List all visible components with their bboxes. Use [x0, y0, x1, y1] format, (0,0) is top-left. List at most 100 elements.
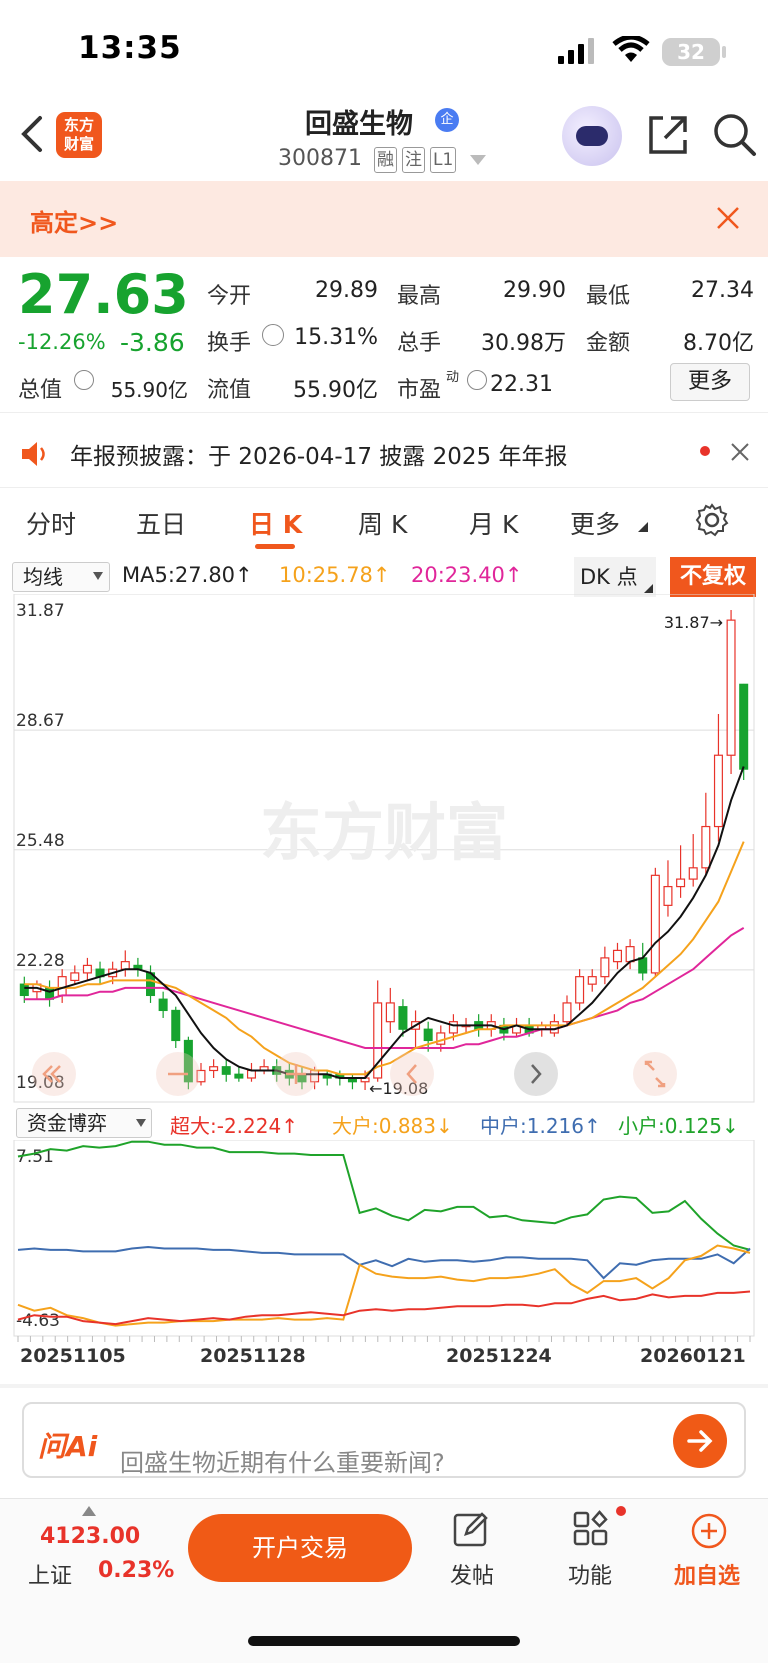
candle-body [562, 1002, 572, 1023]
home-indicator [248, 1636, 520, 1646]
zoom-in-icon[interactable] [274, 1052, 318, 1096]
candle-body [234, 1073, 244, 1079]
index-name[interactable]: 上证 [28, 1558, 72, 1590]
tab-five-day[interactable]: 五日 [136, 505, 186, 541]
double-left-icon[interactable] [32, 1052, 76, 1096]
flow-select[interactable]: 资金博弈 [16, 1108, 152, 1138]
tab-monthly-k[interactable]: 月 K [469, 505, 518, 541]
tab-more[interactable]: 更多 [570, 505, 620, 541]
nav-function-label[interactable]: 功能 [568, 1558, 612, 1590]
flow-line-中户 [17, 1245, 751, 1280]
candle-body [713, 754, 723, 828]
candle-body [246, 1069, 256, 1079]
tag-registered: 注 [402, 147, 425, 173]
amount-value: 8.70亿 [683, 331, 754, 356]
close-icon[interactable] [716, 206, 740, 230]
logo-text-bottom: 财富 [63, 135, 94, 153]
dropdown-icon [136, 1119, 146, 1127]
edit-post-icon[interactable] [452, 1510, 492, 1548]
close-icon[interactable] [731, 443, 749, 461]
ma-select-label: 均线 [23, 565, 63, 589]
ma10-label: 10:25.78↑ [279, 563, 391, 587]
index-change[interactable]: 0.23% [98, 1558, 174, 1583]
candle-body [120, 961, 130, 970]
gear-icon[interactable] [695, 503, 729, 537]
banner-text[interactable]: 高定>> [30, 203, 118, 238]
add-watchlist-icon[interactable] [690, 1512, 728, 1550]
status-time: 13:35 [78, 30, 182, 66]
ma10-line [24, 841, 745, 1076]
info-icon[interactable] [74, 370, 94, 390]
high-label: 最高 [397, 284, 442, 309]
share-icon[interactable] [647, 114, 689, 156]
open-account-trade-button[interactable]: 开户交易 [188, 1514, 412, 1582]
tab-daily-k[interactable]: 日 K [249, 505, 302, 541]
info-icon[interactable] [467, 370, 487, 390]
expand-icon[interactable] [633, 1052, 677, 1096]
kline-chart[interactable]: 31.8728.6725.4822.2819.08东方财富31.87→←19.0… [0, 594, 768, 1104]
large-flow-label: 大户:0.883↓ [332, 1114, 453, 1138]
dropdown-icon [93, 572, 103, 580]
tag-margin: 融 [374, 147, 397, 173]
corner-triangle-icon [638, 522, 648, 532]
pe-sup: 动 [446, 370, 460, 385]
candle-body [663, 885, 673, 906]
candle-body [650, 874, 660, 974]
chevron-down-icon[interactable] [470, 155, 486, 165]
candle-body [448, 1021, 458, 1034]
arrow-right-icon [687, 1430, 713, 1452]
volume-value: 30.98万 [481, 331, 566, 356]
pe-value: 22.31 [490, 372, 553, 397]
y-tick-label: -4.63 [16, 1311, 60, 1331]
tab-intraday[interactable]: 分时 [26, 505, 76, 541]
float-label: 流值 [207, 378, 252, 403]
chevron-left-icon[interactable] [390, 1052, 434, 1096]
high-value: 29.90 [503, 278, 566, 303]
flow-line-超大 [17, 1290, 751, 1326]
flow-line-小户 [17, 1140, 751, 1251]
more-button[interactable]: 更多 [670, 363, 750, 401]
grid-function-icon[interactable] [572, 1510, 612, 1548]
divider [0, 487, 768, 488]
notice-text[interactable]: 年报预披露：于 2026-04-17 披露 2025 年年报 [70, 437, 567, 471]
float-value: 55.90亿 [293, 378, 378, 403]
nav-post-label[interactable]: 发帖 [450, 1558, 494, 1590]
chevron-right-icon[interactable] [514, 1052, 558, 1096]
flow-line-大户 [17, 1244, 751, 1327]
stock-code: 300871 [278, 146, 362, 171]
candle-body [612, 949, 622, 963]
candle-body [625, 946, 635, 963]
tag-level1: L1 [430, 147, 457, 173]
amount-label: 金额 [586, 331, 631, 356]
enterprise-badge: 企 [435, 108, 459, 132]
candle-body [638, 957, 648, 974]
back-arrow-icon[interactable] [18, 112, 48, 156]
nav-add-watchlist-label[interactable]: 加自选 [674, 1558, 740, 1590]
candle-body [549, 1021, 559, 1034]
candle-body [385, 1002, 395, 1023]
index-value[interactable]: 4123.00 [40, 1524, 140, 1549]
fund-flow-chart[interactable]: 7.51-4.6320251105 20251128 20251224 2026012… [0, 1140, 768, 1380]
wifi-icon [612, 36, 650, 62]
low-label: 最低 [586, 284, 631, 309]
x-tick-label: 20260121 [640, 1345, 746, 1367]
battery-tip [722, 46, 726, 58]
zoom-out-icon[interactable] [156, 1052, 200, 1096]
candle-body [575, 976, 585, 1004]
ask-ai-placeholder[interactable]: 回盛生物近期有什么重要新闻? [120, 1443, 445, 1478]
small-flow-label: 小户:0.125↓ [618, 1114, 739, 1138]
candle-body [221, 1066, 231, 1075]
y-tick-label: 22.28 [16, 951, 65, 971]
candle-body [19, 983, 29, 997]
search-icon[interactable] [712, 112, 758, 158]
tab-weekly-k[interactable]: 周 K [358, 505, 407, 541]
candle-body [398, 1006, 408, 1030]
ma20-label: 20:23.40↑ [411, 563, 523, 587]
candle-body [82, 964, 92, 974]
info-icon[interactable] [262, 324, 284, 346]
active-tab-indicator [255, 544, 295, 549]
no-adjust-button[interactable]: 不复权 [670, 557, 756, 597]
chart-frame [13, 1140, 755, 1337]
unread-dot [700, 446, 710, 456]
low-value: 27.34 [691, 278, 754, 303]
